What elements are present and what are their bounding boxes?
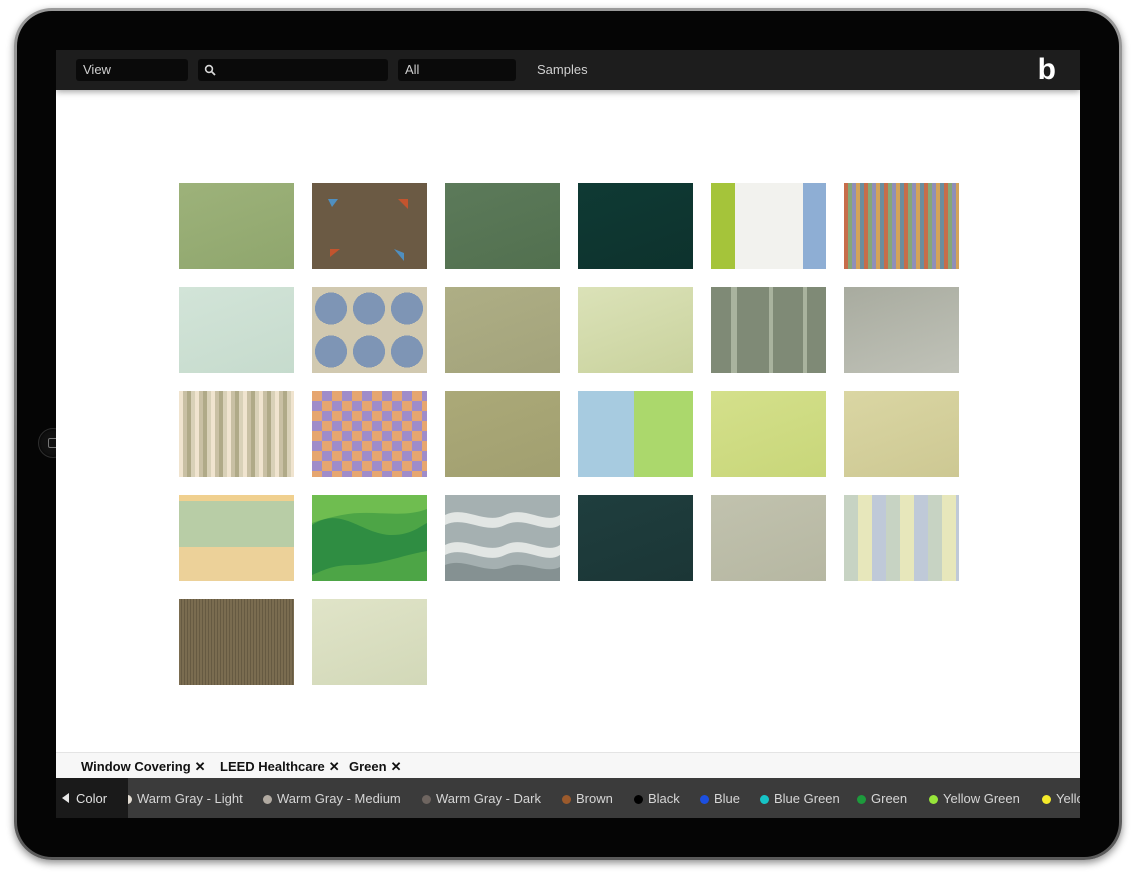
color-swatch-label: Blue Green [774,791,840,806]
fabric-swatch-silver-gray[interactable] [844,287,959,373]
brand-logo: b [1037,53,1056,86]
color-dot-icon [857,795,866,804]
remove-filter-icon[interactable]: ✕ [329,759,340,774]
color-dot-icon [760,795,769,804]
fabric-swatch-green-wave[interactable] [312,495,427,581]
fabric-swatch-sage-sheer[interactable] [179,183,294,269]
color-filter-bar: Color Warm Gray - Light Warm Gray - Mediu… [56,778,1080,818]
filter-chip[interactable]: Green ✕ [349,759,401,775]
filter-chip-label: LEED Healthcare [220,759,325,774]
fabric-swatch-brown-arrow-print[interactable] [312,183,427,269]
color-swatch-label: Brown [576,791,613,806]
color-swatch-label: Warm Gray - Medium [277,791,401,806]
fabric-swatch-brown-tweed[interactable] [179,599,294,685]
color-back-button[interactable]: Color [56,778,128,818]
fabric-grid [179,183,959,685]
active-filters-bar: Window Covering ✕ LEED Healthcare ✕ Green ✕ [56,752,1080,779]
color-swatch-label: Blue [714,791,741,806]
color-swatch-item[interactable]: Warm Gray - Dark [422,791,541,806]
color-dot-icon [562,795,571,804]
search-icon [204,64,216,76]
color-swatch-item[interactable]: Green [857,791,907,806]
fabric-swatch-pale-lattice[interactable] [312,599,427,685]
filter-chip[interactable]: Window Covering ✕ [81,759,206,775]
filter-chip-label: Window Covering [81,759,191,774]
fabric-swatch-medium-green[interactable] [445,183,560,269]
fabric-swatch-mint-sheer[interactable] [179,287,294,373]
fabric-swatch-deep-teal[interactable] [578,183,693,269]
color-swatch-label: Yellow Green [943,791,1020,806]
samples-link[interactable]: Samples [537,62,588,77]
fabric-swatch-multicolor-pinstripe[interactable] [844,183,959,269]
fabric-swatch-pale-vine[interactable] [578,287,693,373]
fabric-swatch-olive-khaki[interactable] [445,391,560,477]
fabric-swatch-leaf-stripe[interactable] [844,495,959,581]
fabric-swatch-floral-border[interactable] [179,495,294,581]
wave-motif [312,495,427,575]
fabric-swatch-khaki-weave[interactable] [445,287,560,373]
arrow-motif [328,199,408,261]
fabric-swatch-lime-white-blue-stripe[interactable] [711,183,826,269]
color-dot-icon [128,795,132,804]
remove-filter-icon[interactable]: ✕ [391,759,402,774]
fabric-swatch-dark-teal[interactable] [578,495,693,581]
fabric-swatch-patchwork[interactable] [312,391,427,477]
back-arrow-icon [62,793,69,803]
color-swatch-item[interactable]: Blue [700,791,740,806]
color-swatch-label: Yellow [1056,791,1080,806]
filter-chip[interactable]: LEED Healthcare ✕ [220,759,340,775]
fabric-swatch-gray-wave[interactable] [445,495,560,581]
color-swatch-item[interactable]: Yellow Green [929,791,1020,806]
color-dot-icon [634,795,643,804]
color-dot-icon [1042,795,1051,804]
color-swatch-label: Warm Gray - Dark [436,791,541,806]
color-dot-icon [263,795,272,804]
color-dot-icon [929,795,938,804]
remove-filter-icon[interactable]: ✕ [195,759,206,774]
view-select[interactable]: View [76,59,188,81]
wave-motif [445,512,560,581]
filter-chip-label: Green [349,759,387,774]
fabric-swatch-lime-texture[interactable] [711,391,826,477]
color-dot-icon [422,795,431,804]
category-select[interactable]: All [398,59,516,81]
color-swatch-label: Green [871,791,908,806]
color-swatch-item[interactable]: Blue Green [760,791,840,806]
color-back-label: Color [76,791,108,806]
fabric-swatch-gold-dot[interactable] [844,391,959,477]
color-swatch-item[interactable]: Yellow [1042,791,1080,806]
color-swatch-label: Warm Gray - Light [137,791,243,806]
fabric-swatch-blue-circle-print[interactable] [312,287,427,373]
color-swatch-label: Black [648,791,680,806]
color-swatch-item[interactable]: Black [634,791,680,806]
top-toolbar: View All Samples b [56,50,1080,90]
fabric-swatch-blue-lime-split[interactable] [578,391,693,477]
color-dot-icon [700,795,709,804]
fabric-swatch-sand-weave[interactable] [711,495,826,581]
app-screen: View All Samples b Window Covering ✕ LEED … [56,50,1080,818]
color-swatch-item[interactable]: Warm Gray - Light [128,791,243,806]
color-swatch-row: Warm Gray - Light Warm Gray - Medium Warm … [128,778,1080,818]
search-field[interactable] [198,59,388,81]
color-swatch-item[interactable]: Warm Gray - Medium [263,791,401,806]
fabric-swatch-cream-striped[interactable] [179,391,294,477]
color-swatch-item[interactable]: Brown [562,791,613,806]
fabric-swatch-gray-green-drape[interactable] [711,287,826,373]
